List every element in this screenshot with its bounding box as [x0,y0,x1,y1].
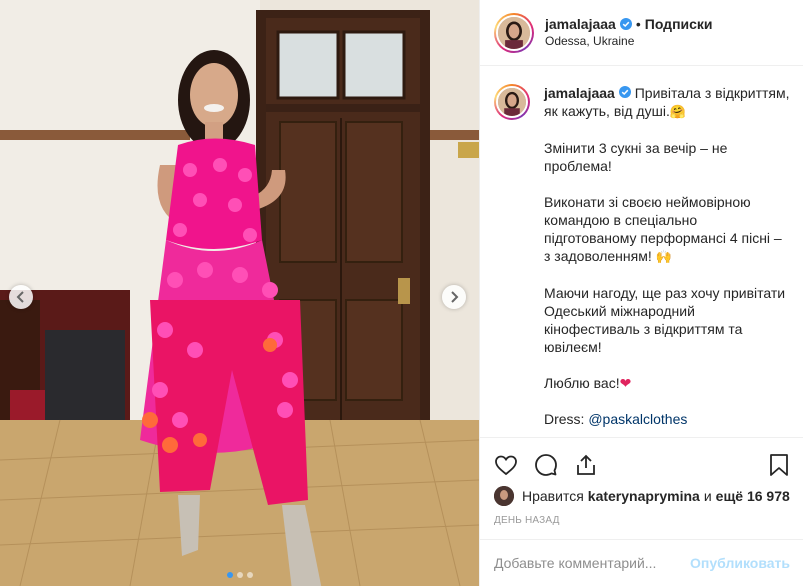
likes-and: и [703,488,712,504]
chevron-left-icon [16,291,24,303]
raised-hands-emoji: 🙌 [655,249,672,264]
verified-badge-icon [619,18,632,30]
verified-badge-icon [618,86,631,98]
carousel-next-button[interactable] [442,285,466,309]
caption-avatar[interactable] [494,84,530,120]
dress-mention-link[interactable]: @paskalclothes [588,411,687,427]
comment-input[interactable] [494,555,691,571]
caption-username[interactable]: jamalajaaa [544,85,615,101]
caption-text: Люблю вас! [544,375,620,391]
post-image [0,0,479,586]
liker-avatar[interactable] [494,486,514,506]
avatar-image [498,16,530,49]
dress-label: Dress: [544,411,585,427]
post-side-panel: jamalajaaa • Подписки Odessa, Ukraine ja… [479,0,803,586]
avatar-image [498,88,526,116]
likes-summary: Нравится katerynaprymina и ещё 16 978 [494,486,790,506]
comment-bubble-icon [535,454,557,476]
comments-area: jamalajaaa Привітала з відкриттям, як ка… [480,66,803,437]
bookmark-icon [770,454,788,476]
carousel-prev-button[interactable] [9,285,33,309]
share-button[interactable] [574,453,598,477]
caption-paragraph: Виконати зі своєю неймовірною командою в… [544,193,790,266]
carousel-dot [246,572,253,578]
following-button[interactable]: Подписки [645,16,713,33]
caption-paragraph: Dress: @paskalclothes [544,410,790,428]
post-actions: Нравится katerynaprymina и ещё 16 978 ДЕ… [480,437,803,526]
caption-paragraph: Змінити 3 сукні за вечір – не проблема! [544,140,728,174]
caption-paragraph: Люблю вас!❤ [544,374,790,392]
chevron-right-icon [451,291,459,303]
caption-paragraph: jamalajaaa Привітала з відкриттям, як ка… [544,84,790,121]
post-photo[interactable] [0,0,479,586]
avatar[interactable] [494,12,534,53]
comment-button[interactable] [534,453,558,477]
add-comment-section: Опубликовать [480,539,803,586]
liker-username[interactable]: katerynaprymina [588,488,700,504]
likes-prefix: Нравится [522,488,584,504]
post-author-username[interactable]: jamalajaaa [545,16,616,33]
carousel-dots [0,572,479,578]
like-button[interactable] [494,453,518,477]
share-icon [577,454,595,475]
post-location[interactable]: Odessa, Ukraine [545,33,713,50]
post-timestamp[interactable]: ДЕНЬ НАЗАД [494,515,790,526]
save-button[interactable] [768,453,790,477]
post-caption: jamalajaaa Привітала з відкриттям, як ка… [494,84,790,437]
carousel-dot [236,572,243,578]
publish-button[interactable]: Опубликовать [690,555,790,571]
separator-dot: • [635,15,641,32]
carousel-dot-active [226,572,233,578]
hugging-face-emoji: 🤗 [669,104,687,119]
caption-paragraph: Маючи нагоду, ще раз хочу привітати Одес… [544,285,786,355]
post-header: jamalajaaa • Подписки Odessa, Ukraine [480,0,803,66]
heart-outline-icon [495,455,517,476]
likes-count-link[interactable]: ещё 16 978 [716,488,790,504]
red-heart-emoji: ❤ [619,375,632,391]
